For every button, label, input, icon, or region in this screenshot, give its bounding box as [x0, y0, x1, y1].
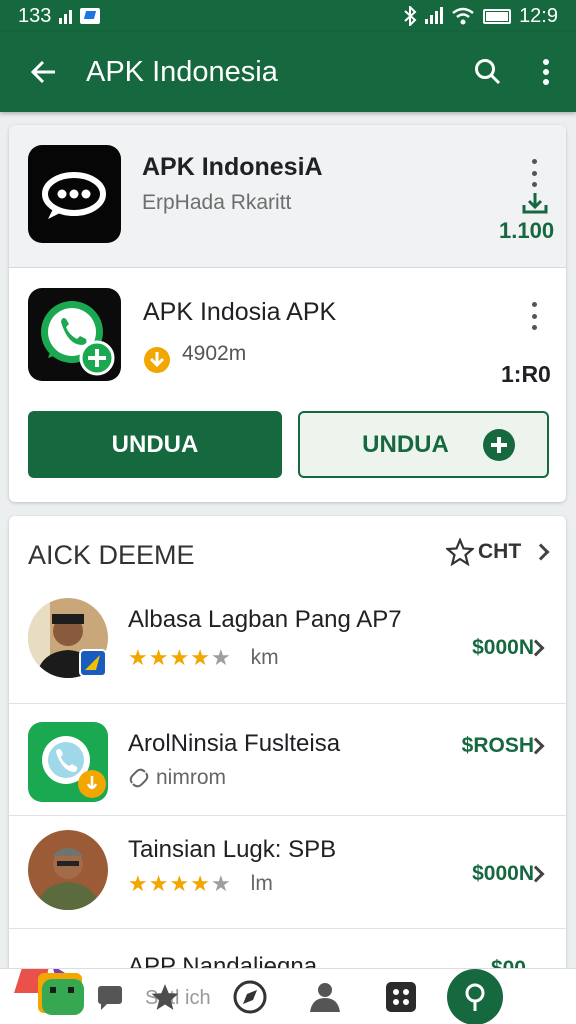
section-header: AICK DEEME CHT [9, 516, 566, 588]
wifi-icon [452, 7, 474, 25]
more-options-button[interactable] [516, 32, 576, 112]
bottom-nav: Satl ich [0, 968, 576, 1024]
section-more-label: CHT [478, 540, 522, 563]
featured-app-row[interactable]: APK Indosia APK 4902m 1:R0 [9, 268, 566, 398]
featured-app-name: APK IndonesiA [142, 153, 323, 181]
more-vert-icon[interactable] [522, 298, 546, 334]
status-time-left: 133 [18, 4, 52, 27]
nav-explore[interactable] [205, 969, 295, 1024]
section-more-link[interactable]: CHT [446, 538, 550, 566]
games-icon [13, 968, 84, 1015]
back-arrow-icon [30, 60, 55, 84]
list-item-meta: ★ ★ ★ ★ ★ km [128, 646, 279, 670]
nav-star[interactable] [145, 969, 185, 1024]
nav-games[interactable] [0, 968, 95, 1024]
list-item-price: $ROSH [461, 734, 534, 757]
list-item-meta-text: lm [250, 872, 273, 895]
back-button[interactable] [0, 32, 86, 112]
featured-app-subtitle: ErpHada Rkaritt [142, 191, 292, 214]
list-item[interactable]: Tainsian Lugk: SPB ★ ★ ★ ★ ★ lm $000N [9, 815, 566, 933]
chevron-right-icon [532, 543, 550, 561]
list-item-name: Albasa Lagban Pang AP7 [128, 606, 402, 633]
nav-location[interactable] [447, 968, 503, 1024]
app-list-card: AICK DEEME CHT Albasa Lagban Pang AP7 ★ ★… [9, 516, 566, 986]
chat-bubble-app-icon [28, 145, 121, 243]
status-time-right: 12:9 [519, 4, 558, 27]
rating-stars: ★ ★ ★ ★ ★ [128, 645, 231, 670]
download-icon [522, 193, 548, 214]
app-size: 4902m [182, 342, 247, 365]
chat-icon [98, 985, 122, 1010]
download-badge-icon [144, 347, 170, 373]
download-add-button[interactable]: UNDUA [298, 411, 549, 478]
download-add-label: UNDUA [362, 430, 449, 458]
notification-icon [80, 8, 101, 24]
apps-grid-icon [386, 981, 416, 1012]
list-item-name: Tainsian Lugk: SPB [128, 836, 337, 863]
battery-icon [483, 8, 512, 24]
avatar [28, 598, 108, 678]
more-vert-icon [543, 59, 549, 85]
list-item-meta-text: km [250, 646, 279, 669]
avatar [28, 830, 108, 910]
app-version: 1:R0 [501, 361, 551, 387]
nav-people[interactable] [295, 969, 355, 1024]
section-title: AICK DEEME [28, 540, 195, 570]
app-bar: APK Indonesia [0, 32, 576, 112]
status-bar: 133 12:9 [0, 0, 576, 32]
list-item[interactable]: Albasa Lagban Pang AP7 ★ ★ ★ ★ ★ km $000N [9, 588, 566, 706]
search-icon [475, 59, 501, 85]
nav-chat[interactable] [95, 969, 125, 1024]
list-item-name: ArolNinsia Fuslteisa [128, 730, 341, 757]
download-button[interactable]: UNDUA [28, 411, 282, 478]
bluetooth-icon [404, 6, 417, 26]
signal-icon [425, 7, 444, 24]
list-item-meta: nimrom [128, 766, 226, 790]
whatsapp-icon [28, 722, 108, 802]
app-name: APK Indosia APK [143, 298, 337, 326]
rating-stars: ★ ★ ★ ★ ★ [128, 871, 231, 896]
star-outline-icon [446, 538, 474, 566]
list-item-price: $000N [472, 862, 534, 885]
featured-card: APK IndonesiA ErpHada Rkaritt 1.100 APK … [9, 125, 566, 502]
star-icon [151, 983, 179, 1010]
compass-icon [233, 980, 267, 1013]
list-item-meta: ★ ★ ★ ★ ★ lm [128, 872, 273, 896]
add-circle-icon [482, 428, 515, 461]
list-item-price: $000N [472, 636, 534, 659]
search-button[interactable] [460, 32, 516, 112]
download-count: 1.100 [499, 218, 555, 243]
list-item-meta-text: nimrom [156, 766, 227, 789]
nav-apps[interactable] [355, 969, 447, 1024]
page-title: APK Indonesia [86, 55, 278, 88]
people-icon [310, 982, 340, 1012]
signal-icon [59, 8, 73, 24]
location-icon [447, 968, 503, 1024]
whatsapp-icon [28, 288, 121, 381]
featured-hero[interactable]: APK IndonesiA ErpHada Rkaritt 1.100 [9, 125, 566, 268]
link-icon [129, 768, 149, 788]
more-vert-icon[interactable] [522, 155, 546, 191]
list-item[interactable]: ArolNinsia Fuslteisa nimrom $ROSH [9, 703, 566, 821]
